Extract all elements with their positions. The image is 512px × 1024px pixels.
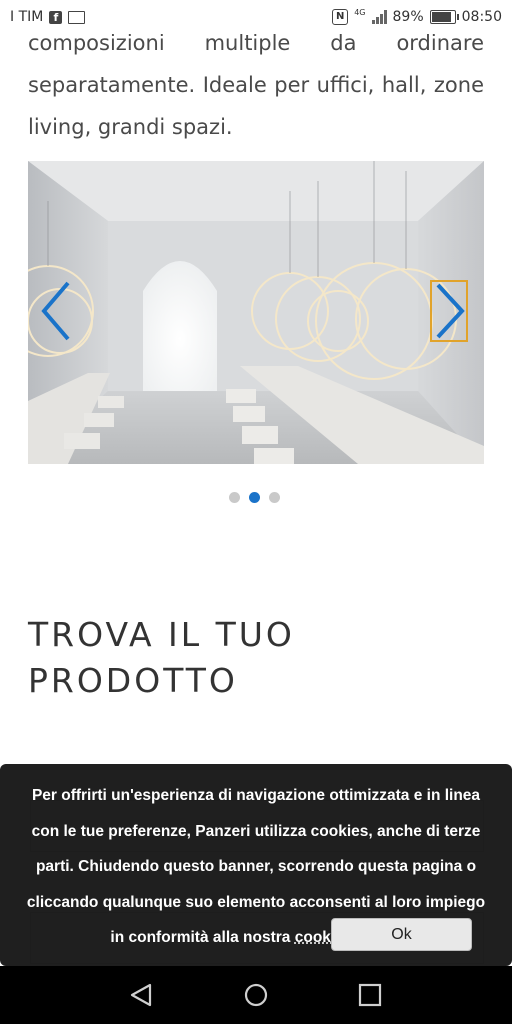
product-description: composizioni multiple da ordinare separa…	[28, 31, 484, 139]
carousel-pagination	[229, 492, 280, 503]
cookie-ok-button[interactable]: Ok	[331, 918, 472, 951]
facebook-notification-icon: f	[49, 10, 63, 24]
carousel-next-button[interactable]	[430, 280, 468, 342]
section-title: TROVA IL TUO PRODOTTO	[28, 612, 295, 704]
back-icon[interactable]	[128, 981, 156, 1009]
nfc-icon: N	[332, 9, 349, 25]
carousel-slide-image	[28, 161, 484, 464]
signal-icon	[371, 10, 387, 24]
clock: 08:50	[461, 9, 502, 25]
carousel-prev-button[interactable]	[36, 279, 76, 343]
chevron-right-icon	[436, 283, 465, 339]
carousel-dot-active[interactable]	[249, 492, 260, 503]
carrier-name: I TIM	[10, 9, 44, 25]
recents-icon[interactable]	[356, 981, 384, 1009]
network-type: 4G	[354, 7, 366, 17]
carousel-dot[interactable]	[269, 492, 280, 503]
mail-notification-icon	[68, 10, 86, 24]
chevron-left-icon	[41, 281, 70, 341]
carousel-dot[interactable]	[229, 492, 240, 503]
status-bar: I TIM f N 4G 89% 08:50	[0, 0, 512, 34]
navigation-bar	[0, 966, 512, 1024]
status-left: I TIM f	[10, 9, 86, 25]
battery-percent: 89%	[392, 9, 424, 25]
status-right: N 4G 89% 08:50	[332, 7, 502, 25]
section-title-line1: TROVA IL TUO	[28, 615, 295, 654]
section-title-line2: PRODOTTO	[28, 661, 238, 700]
image-carousel[interactable]	[28, 161, 484, 464]
battery-icon	[429, 10, 459, 24]
home-icon[interactable]	[242, 981, 270, 1009]
